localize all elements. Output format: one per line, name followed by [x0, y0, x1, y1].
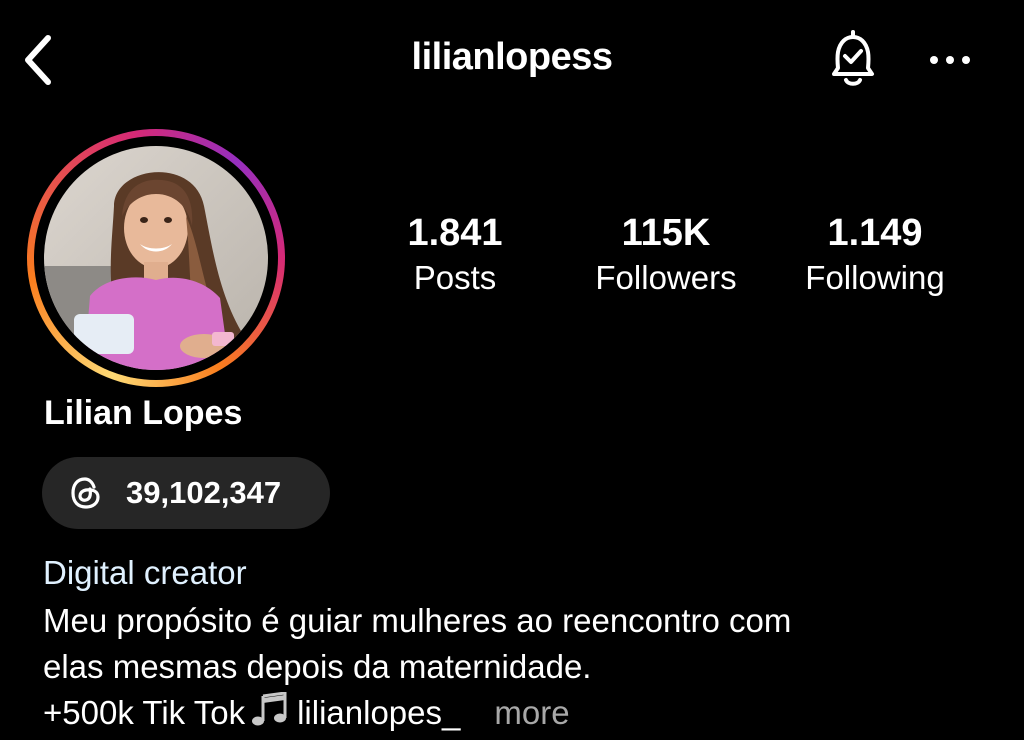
ellipsis-icon	[930, 56, 970, 64]
threads-icon	[71, 477, 100, 509]
followers-label: Followers	[595, 259, 737, 296]
music-note-icon	[252, 692, 287, 726]
posts-count: 1.841	[407, 212, 503, 254]
following-stat[interactable]: 1.149 Following	[785, 210, 965, 300]
following-label: Following	[805, 259, 945, 296]
followers-count: 115K	[621, 212, 711, 254]
bell-check-icon	[832, 30, 874, 86]
bio-line: Meu propósito é guiar mulheres ao reenco…	[43, 602, 792, 639]
posts-label: Posts	[413, 259, 497, 296]
posts-stat[interactable]: 1.841 Posts	[370, 210, 540, 300]
profile-photo	[44, 146, 268, 370]
profile-stats: 1.841 Posts 115K Followers 1.149 Followi…	[360, 210, 1000, 310]
threads-badge-button[interactable]: 39,102,347	[42, 457, 330, 529]
followers-stat[interactable]: 115K Followers	[576, 210, 756, 300]
notifications-button[interactable]	[822, 28, 884, 92]
avatar-story-ring[interactable]	[27, 129, 285, 387]
more-options-button[interactable]	[922, 40, 978, 80]
bio-tiktok-handle: lilianlopes_	[297, 694, 461, 731]
bio-tiktok-text: +500k Tik Tok	[43, 694, 246, 731]
profile-bio: Meu propósito é guiar mulheres ao reenco…	[43, 598, 1003, 736]
top-nav-bar: lilianlopess	[0, 0, 1024, 120]
bio-line: +500k Tik Tok lilianlopes_ more	[43, 690, 1003, 736]
bio-line: elas mesmas depois da maternidade.	[43, 648, 592, 685]
threads-count: 39,102,347	[126, 475, 282, 510]
avatar	[44, 146, 268, 370]
profile-category: Digital creator	[43, 554, 247, 591]
following-count: 1.149	[827, 212, 923, 254]
display-name: Lilian Lopes	[44, 394, 243, 432]
bio-more-link[interactable]: more	[494, 694, 569, 731]
